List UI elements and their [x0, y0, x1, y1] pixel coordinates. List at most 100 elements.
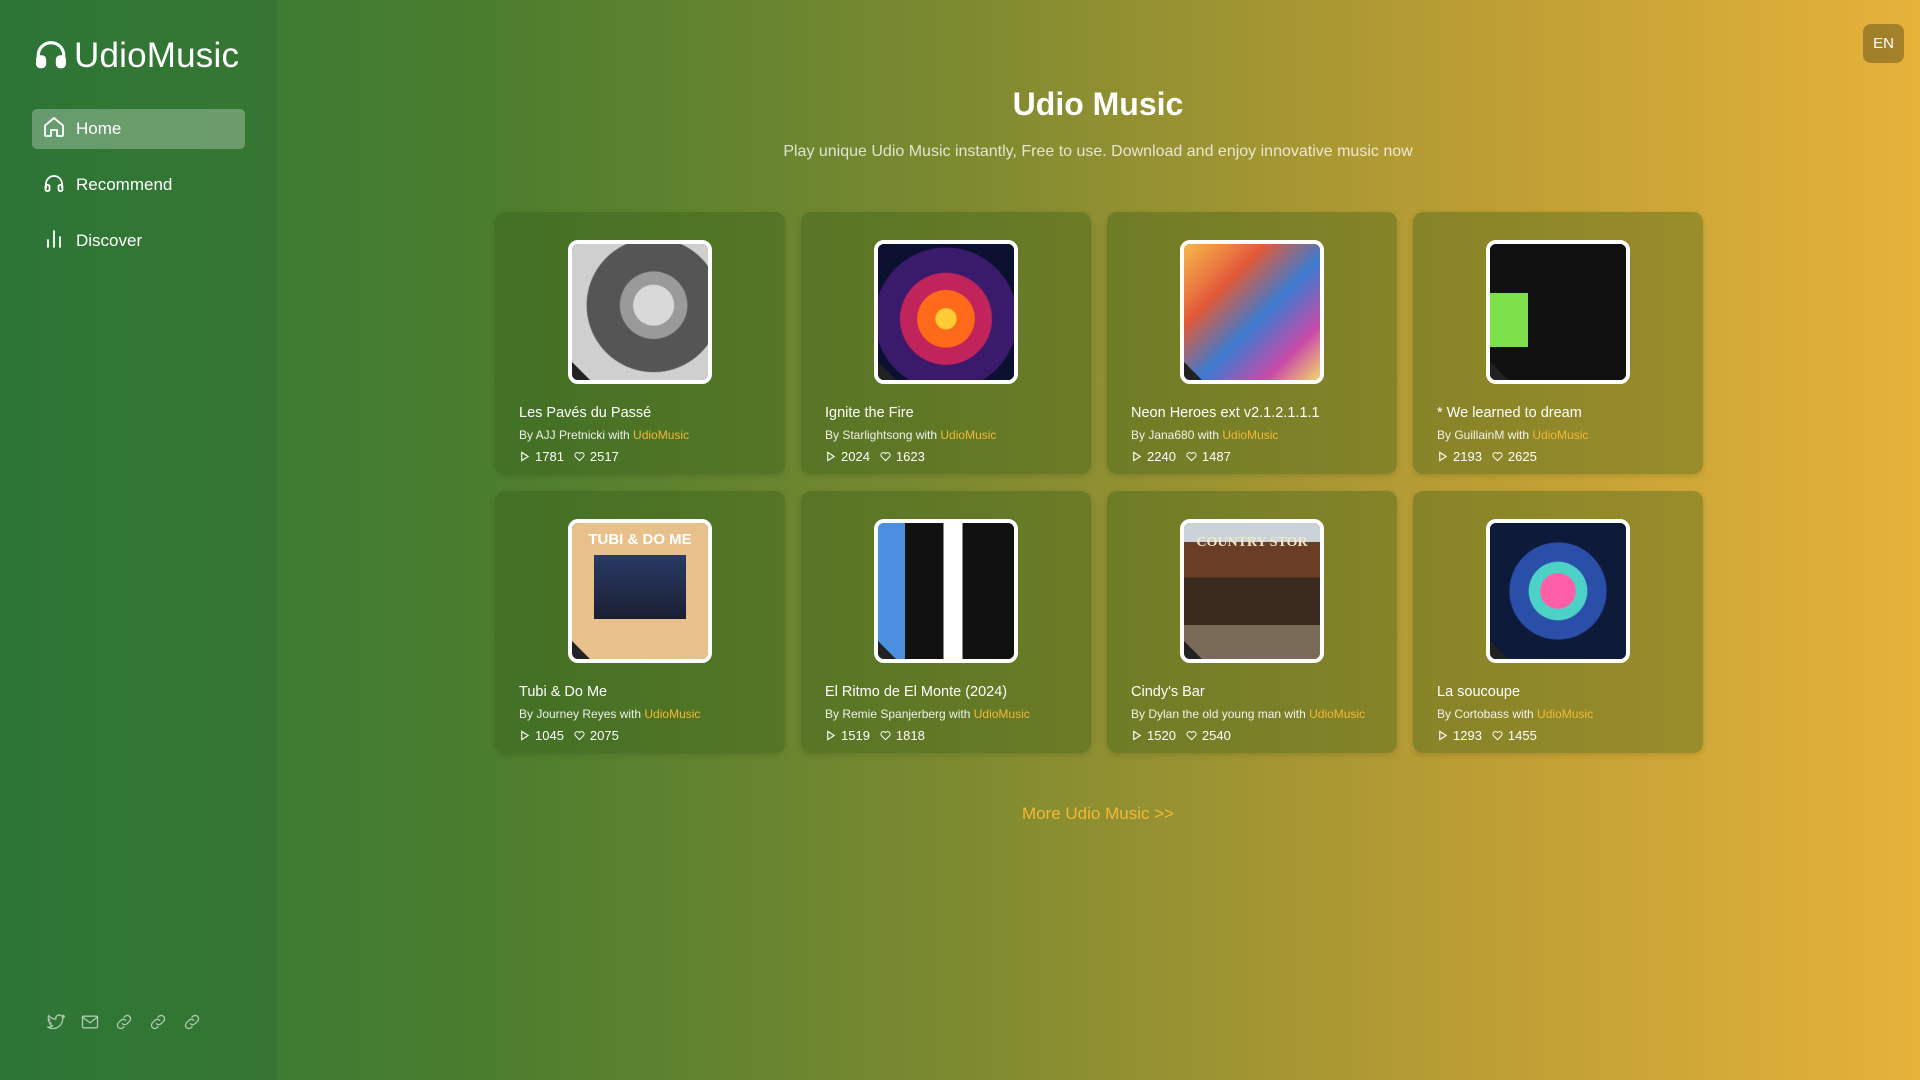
sidebar-nav: Home Recommend Discover — [32, 109, 245, 277]
play-count: 1520 — [1147, 728, 1176, 743]
twitter-icon[interactable] — [46, 1012, 66, 1032]
play-count: 1781 — [535, 449, 564, 464]
song-stats: 2240 1487 — [1131, 449, 1241, 464]
play-icon — [1133, 730, 1142, 741]
like-count: 2625 — [1507, 449, 1537, 464]
brand-link[interactable]: UdioMusic — [1532, 428, 1588, 442]
play-icon — [1133, 451, 1142, 462]
like-count: 1818 — [895, 728, 925, 743]
play-count: 1519 — [841, 728, 870, 743]
sidebar-item-label: Discover — [76, 231, 143, 250]
song-title: Les Pavés du Passé — [519, 405, 652, 421]
album-cover[interactable] — [874, 240, 1018, 384]
song-stats: 2024 1623 — [825, 449, 935, 464]
play-count: 1293 — [1453, 728, 1482, 743]
music-card[interactable]: * We learned to dream By GuillainM with … — [1413, 212, 1703, 474]
music-card[interactable]: TUBI & DO ME Tubi & Do Me By Journey Rey… — [495, 491, 785, 753]
heart-icon — [574, 452, 585, 462]
play-icon — [827, 451, 836, 462]
song-stats: 1519 1818 — [825, 728, 935, 743]
album-cover[interactable]: COUNTRY STOR — [1180, 519, 1324, 663]
like-count: 1623 — [895, 449, 925, 464]
song-author: By Remie Spanjerberg with UdioMusic — [825, 707, 1030, 721]
play-icon — [1439, 730, 1448, 741]
mail-icon[interactable] — [80, 1012, 100, 1032]
song-title: La soucoupe — [1437, 684, 1521, 700]
song-author: By AJJ Pretnicki with UdioMusic — [519, 428, 690, 442]
heart-icon — [1186, 731, 1197, 741]
play-count: 2024 — [841, 449, 870, 464]
brand-link[interactable]: UdioMusic — [974, 707, 1030, 721]
link-icon[interactable] — [114, 1012, 134, 1032]
song-title: El Ritmo de El Monte (2024) — [825, 684, 1008, 700]
song-author: By Cortobass with UdioMusic — [1437, 707, 1594, 721]
sidebar-item-label: Home — [76, 119, 122, 138]
home-icon — [42, 115, 66, 144]
heart-icon — [880, 452, 891, 462]
play-count: 2240 — [1147, 449, 1176, 464]
more-music-link[interactable]: More Udio Music >> — [1022, 804, 1174, 824]
song-title: * We learned to dream — [1437, 405, 1582, 421]
heart-icon — [1492, 731, 1503, 741]
play-count: 2193 — [1453, 449, 1482, 464]
album-cover[interactable] — [874, 519, 1018, 663]
song-author: By Journey Reyes with UdioMusic — [519, 707, 701, 721]
music-card[interactable]: El Ritmo de El Monte (2024) By Remie Spa… — [801, 491, 1091, 753]
song-stats: 1045 2075 — [519, 728, 629, 743]
like-count: 2075 — [589, 728, 619, 743]
song-author: By Jana680 with UdioMusic — [1131, 428, 1279, 442]
brand-link[interactable]: UdioMusic — [633, 428, 689, 442]
cover-text: TUBI & DO ME — [588, 531, 692, 548]
play-icon — [521, 730, 530, 741]
song-title: Tubi & Do Me — [519, 684, 608, 700]
brand-link[interactable]: UdioMusic — [940, 428, 996, 442]
brand-link[interactable]: UdioMusic — [1309, 707, 1365, 721]
brand-link[interactable]: UdioMusic — [1537, 707, 1593, 721]
link-icon[interactable] — [182, 1012, 202, 1032]
bar-chart-icon — [42, 227, 66, 256]
sidebar: UdioMusic Home Recommend Discover — [0, 0, 277, 1080]
song-stats: 1781 2517 — [519, 449, 629, 464]
album-cover[interactable]: TUBI & DO ME — [568, 519, 712, 663]
heart-icon — [1492, 452, 1503, 462]
brand-link[interactable]: UdioMusic — [1222, 428, 1278, 442]
headphones-icon — [42, 171, 66, 200]
language-button[interactable]: EN — [1863, 24, 1904, 63]
headphones-logo-icon — [34, 37, 68, 76]
heart-icon — [1186, 452, 1197, 462]
like-count: 1455 — [1507, 728, 1537, 743]
sidebar-item-home[interactable]: Home — [32, 109, 245, 149]
logo-text: UdioMusic — [74, 36, 240, 75]
like-count: 2540 — [1201, 728, 1231, 743]
logo[interactable]: UdioMusic — [34, 36, 239, 76]
play-icon — [827, 730, 836, 741]
song-stats: 2193 2625 — [1437, 449, 1547, 464]
sidebar-item-recommend[interactable]: Recommend — [32, 165, 245, 205]
album-cover[interactable] — [568, 240, 712, 384]
song-title: Cindy's Bar — [1131, 684, 1205, 700]
music-card[interactable]: Ignite the Fire By Starlightsong with Ud… — [801, 212, 1091, 474]
brand-link[interactable]: UdioMusic — [644, 707, 700, 721]
page-title: Udio Music — [1012, 86, 1184, 122]
play-count: 1045 — [535, 728, 564, 743]
sidebar-item-label: Recommend — [76, 175, 173, 194]
sidebar-item-discover[interactable]: Discover — [32, 221, 245, 261]
music-card[interactable]: Neon Heroes ext v2.1.2.1.1.1 By Jana680 … — [1107, 212, 1397, 474]
music-card[interactable]: Les Pavés du Passé By AJJ Pretnicki with… — [495, 212, 785, 474]
like-count: 2517 — [589, 449, 619, 464]
social-links — [46, 1012, 202, 1032]
album-cover[interactable] — [1486, 519, 1630, 663]
link-icon[interactable] — [148, 1012, 168, 1032]
heart-icon — [880, 731, 891, 741]
song-stats: 1293 1455 — [1437, 728, 1547, 743]
play-icon — [1439, 451, 1448, 462]
music-card[interactable]: COUNTRY STOR Cindy's Bar By Dylan the ol… — [1107, 491, 1397, 753]
album-cover[interactable] — [1486, 240, 1630, 384]
song-author: By Dylan the old young man with UdioMusi… — [1131, 707, 1366, 721]
music-card[interactable]: La soucoupe By Cortobass with UdioMusic … — [1413, 491, 1703, 753]
heart-icon — [574, 731, 585, 741]
song-title: Neon Heroes ext v2.1.2.1.1.1 — [1131, 405, 1320, 421]
album-cover[interactable] — [1180, 240, 1324, 384]
song-author: By Starlightsong with UdioMusic — [825, 428, 997, 442]
play-icon — [521, 451, 530, 462]
